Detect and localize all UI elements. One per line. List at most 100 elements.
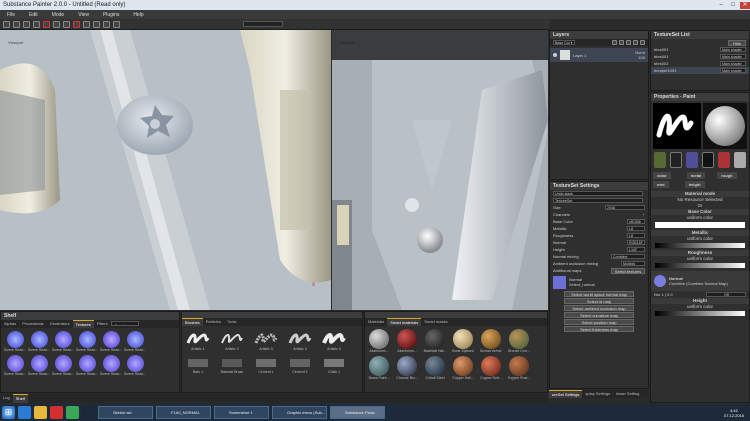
eraser-icon[interactable] bbox=[13, 20, 20, 28]
select-thickness-map-button[interactable]: Select thickness map bbox=[564, 326, 634, 332]
brush-item[interactable]: Artistic 1 bbox=[186, 331, 210, 351]
brush-preview[interactable] bbox=[653, 103, 701, 149]
ao-mixing-select[interactable]: Multiply bbox=[621, 261, 645, 266]
channel-format[interactable]: RGB16F bbox=[627, 240, 645, 245]
material-item[interactable]: Copper Rust... bbox=[507, 356, 531, 380]
add-layer-icon[interactable] bbox=[612, 40, 617, 45]
select-curvature-map-button[interactable]: Select curvature map bbox=[564, 312, 634, 318]
normal-mode[interactable]: Combine (Combine Normal Map) bbox=[669, 281, 728, 286]
zoom-field[interactable] bbox=[243, 21, 283, 27]
steam-icon[interactable] bbox=[82, 406, 95, 419]
menu-mode[interactable]: Mode bbox=[45, 12, 72, 18]
metallic-slider[interactable] bbox=[655, 243, 745, 248]
material-item[interactable]: Copper Hall... bbox=[451, 356, 475, 380]
tab-viewer-settings[interactable]: iewer Setting bbox=[613, 390, 642, 398]
select-id-map-button[interactable]: Select id map bbox=[564, 298, 634, 304]
tab-alphas[interactable]: Alphas bbox=[1, 320, 19, 328]
folder-icon[interactable] bbox=[633, 40, 638, 45]
material-item[interactable]: Bronze Corr... bbox=[507, 329, 531, 353]
material-thumbnail[interactable] bbox=[686, 152, 698, 168]
fill-icon[interactable] bbox=[113, 20, 120, 28]
size-select[interactable]: 2048 bbox=[605, 205, 645, 210]
height-slider[interactable] bbox=[655, 311, 745, 316]
textureset-item[interactable]: bbrs001 Main shader bbox=[651, 53, 749, 60]
material-item[interactable]: Cobalt Steel bbox=[423, 356, 447, 380]
brush-item[interactable]: Artistic 3 bbox=[254, 331, 278, 351]
stencil-thumbnail[interactable] bbox=[669, 152, 683, 168]
map-value[interactable]: Select_normal bbox=[569, 282, 595, 287]
brush-item[interactable]: Bark 1 bbox=[186, 356, 210, 374]
tab-filters[interactable]: Filters bbox=[94, 320, 111, 328]
shader-select[interactable]: Main shader bbox=[720, 54, 746, 59]
brush-item[interactable]: Artistic 2 bbox=[220, 331, 244, 351]
brush-item[interactable]: Artistic 4 bbox=[288, 331, 312, 351]
picker-icon[interactable] bbox=[73, 20, 80, 28]
texture-item[interactable]: Screw Head... bbox=[75, 355, 99, 376]
tab-shelf[interactable]: Shelf bbox=[12, 394, 28, 403]
color-thumbnail[interactable] bbox=[718, 152, 731, 168]
projection-icon[interactable] bbox=[23, 20, 30, 28]
tag-rough[interactable]: rough bbox=[717, 172, 737, 179]
close-button[interactable]: ✕ bbox=[740, 1, 750, 9]
tag-height[interactable]: height bbox=[684, 181, 705, 188]
tab-textures[interactable]: Textures bbox=[72, 320, 94, 328]
taskbar-window[interactable]: Screenshot 1 bbox=[214, 406, 269, 419]
material-item[interactable]: Aluminium... bbox=[395, 329, 419, 353]
brush-item[interactable]: Cement 2 bbox=[288, 356, 312, 374]
start-button[interactable]: ⊞ bbox=[2, 406, 15, 419]
menu-plugins[interactable]: Plugins bbox=[96, 12, 126, 18]
taskbar-window[interactable]: Graphic menu (Sub... bbox=[272, 406, 327, 419]
brush-item[interactable]: Chalk 1 bbox=[322, 356, 346, 374]
brush-item[interactable]: Artistic 5 bbox=[322, 331, 346, 351]
trash-icon[interactable] bbox=[640, 40, 645, 45]
channel-format[interactable]: L8 bbox=[627, 233, 645, 238]
smudge-icon[interactable] bbox=[53, 20, 60, 28]
select-ao-map-button[interactable]: Select ambient occlusion map bbox=[564, 305, 634, 311]
polygon-fill-icon[interactable] bbox=[43, 20, 50, 28]
tab-generators[interactable]: Generators bbox=[47, 320, 73, 328]
base-color-swatch[interactable] bbox=[655, 222, 745, 228]
channel-format[interactable]: L16F bbox=[627, 247, 645, 252]
texture-item[interactable]: Screw Head... bbox=[75, 331, 99, 352]
extra-thumbnail[interactable] bbox=[734, 152, 746, 168]
texture-item[interactable]: Screw Head... bbox=[51, 355, 75, 376]
tab-log[interactable]: Log bbox=[0, 394, 13, 403]
texture-item[interactable]: Screw Head... bbox=[27, 355, 51, 376]
brush-item[interactable]: Cement 1 bbox=[254, 356, 278, 374]
tag-nrm[interactable]: nrm bbox=[653, 181, 669, 188]
menu-edit[interactable]: Edit bbox=[22, 12, 45, 18]
shader-select[interactable]: Main shader bbox=[720, 61, 746, 66]
material-item[interactable]: Copper Red... bbox=[479, 356, 503, 380]
texture-item[interactable]: Screw Head... bbox=[123, 331, 147, 352]
camera-icon[interactable] bbox=[83, 20, 90, 28]
layer-row[interactable]: Layer 1 Norm 100 bbox=[550, 48, 648, 62]
textureset-name[interactable]: TextureSet bbox=[553, 198, 643, 203]
material-item[interactable]: Aluminium... bbox=[367, 329, 391, 353]
ie-icon[interactable] bbox=[18, 406, 31, 419]
tab-tools[interactable]: Tools bbox=[224, 318, 239, 326]
tab-procedurals[interactable]: Procedurals bbox=[19, 320, 46, 328]
minimize-button[interactable]: – bbox=[716, 2, 726, 9]
texture-item[interactable]: Screw Head... bbox=[3, 355, 27, 376]
tab-materials[interactable]: Materials bbox=[365, 318, 387, 326]
texture-item[interactable]: Screw Head... bbox=[3, 331, 27, 352]
add-fill-icon[interactable] bbox=[619, 40, 624, 45]
clone-icon[interactable] bbox=[63, 20, 70, 28]
normal-toggle[interactable]: Off bbox=[706, 292, 746, 297]
tab-smart-materials[interactable]: Smart materials bbox=[387, 318, 422, 326]
tab-smart-masks[interactable]: Smart masks bbox=[421, 318, 450, 326]
shelf-search-input[interactable]: Search... bbox=[110, 321, 139, 326]
layers-channel-select[interactable]: Base Col ▾ bbox=[553, 40, 575, 45]
tag-metal[interactable]: metal bbox=[686, 172, 706, 179]
viewport-3d[interactable]: Viewport x bbox=[0, 30, 331, 310]
texture-item[interactable]: Screw Head... bbox=[51, 331, 75, 352]
material-item[interactable]: Bronze Armor bbox=[479, 329, 503, 353]
select-position-map-button[interactable]: Select position map bbox=[564, 319, 634, 325]
shader-select[interactable]: Main shader bbox=[720, 68, 746, 73]
viewport-2d[interactable]: Material bbox=[332, 30, 548, 310]
geometry-icon[interactable] bbox=[33, 20, 40, 28]
brush-item[interactable]: Basmati Brush bbox=[220, 356, 244, 374]
tab-textureset-settings[interactable]: ureSet Settings bbox=[549, 390, 583, 398]
add-channel-icon[interactable]: + bbox=[643, 212, 645, 217]
layer-opacity[interactable]: 100 bbox=[638, 55, 645, 60]
